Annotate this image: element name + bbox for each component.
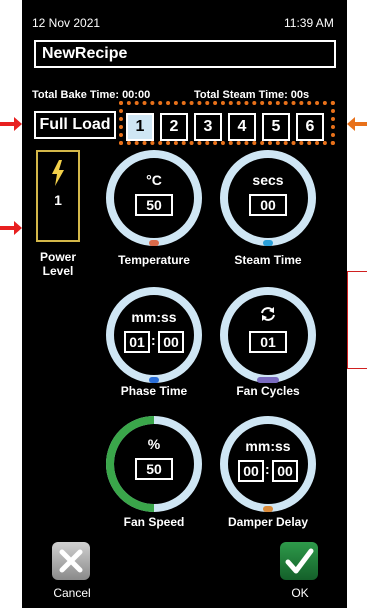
oven-screen: 12 Nov 2021 11:39 AM NewRecipe Total Bak… bbox=[22, 0, 347, 608]
damper-delay-indicator bbox=[263, 506, 273, 512]
temperature-label: Temperature bbox=[118, 253, 190, 267]
lightning-icon bbox=[52, 160, 64, 186]
tab-phase-5[interactable]: 5 bbox=[262, 113, 290, 141]
damper-delay-label: Damper Delay bbox=[227, 515, 309, 529]
temperature-value[interactable]: 50 bbox=[135, 194, 173, 216]
fan-speed-value[interactable]: 50 bbox=[135, 458, 173, 480]
phase-time-label: Phase Time bbox=[120, 384, 188, 398]
recipe-name-field[interactable]: NewRecipe bbox=[34, 40, 336, 68]
damper-delay-minutes[interactable]: 00 bbox=[238, 460, 264, 482]
damper-delay-unit: mm:ss bbox=[245, 438, 291, 454]
total-bake-time: Total Bake Time: 00:00 bbox=[32, 89, 151, 101]
check-icon bbox=[280, 542, 318, 580]
tab-phase-2[interactable]: 2 bbox=[160, 113, 188, 141]
damper-delay-dial[interactable]: mm:ss 00 : 00 bbox=[220, 416, 316, 512]
power-level-button[interactable]: 1 bbox=[36, 150, 80, 242]
steam-time-dial[interactable]: secs 00 bbox=[220, 150, 316, 246]
phase-time-indicator bbox=[149, 377, 159, 383]
phase-time-colon: : bbox=[151, 332, 156, 348]
refresh-icon bbox=[261, 307, 275, 321]
ok-button[interactable]: OK bbox=[278, 542, 322, 602]
fan-speed-dial[interactable]: % 50 bbox=[106, 416, 202, 512]
tab-phase-1[interactable]: 1 bbox=[126, 113, 154, 141]
full-load-button[interactable]: Full Load bbox=[34, 111, 116, 139]
power-level-label: Power Level bbox=[39, 250, 76, 278]
phase-tabs: 123456 bbox=[126, 113, 332, 141]
fan-cycles-indicator bbox=[257, 377, 279, 383]
fan-cycles-label: Fan Cycles bbox=[236, 384, 300, 398]
full-load-label: Full Load bbox=[39, 116, 111, 133]
phase-time-unit: mm:ss bbox=[131, 309, 177, 325]
fan-speed-label: Fan Speed bbox=[123, 515, 185, 529]
arrow-marker-load bbox=[0, 117, 22, 131]
phase-time-dial[interactable]: mm:ss 01 : 00 bbox=[106, 287, 202, 383]
total-steam-time: Total Steam Time: 00s bbox=[194, 89, 310, 101]
callout-box bbox=[347, 271, 367, 369]
temperature-dial[interactable]: °C 50 bbox=[106, 150, 202, 246]
damper-delay-colon: : bbox=[265, 461, 270, 477]
tab-phase-4[interactable]: 4 bbox=[228, 113, 256, 141]
tab-phase-6[interactable]: 6 bbox=[296, 113, 324, 141]
recipe-name-text: NewRecipe bbox=[42, 45, 128, 62]
steam-time-value[interactable]: 00 bbox=[249, 194, 287, 216]
fan-cycles-dial[interactable]: 01 bbox=[220, 287, 316, 383]
steam-time-label: Steam Time bbox=[234, 253, 302, 267]
phase-time-seconds[interactable]: 00 bbox=[158, 331, 184, 353]
phase-time-minutes[interactable]: 01 bbox=[124, 331, 150, 353]
fan-speed-unit: % bbox=[147, 436, 161, 452]
temperature-unit: °C bbox=[146, 172, 162, 188]
tab-phase-3[interactable]: 3 bbox=[194, 113, 222, 141]
temperature-indicator bbox=[149, 240, 159, 246]
arrow-marker-tabs bbox=[347, 117, 367, 131]
cancel-label: Cancel bbox=[53, 586, 91, 600]
fan-cycles-value[interactable]: 01 bbox=[249, 331, 287, 353]
status-time: 11:39 AM bbox=[284, 16, 334, 30]
steam-time-indicator bbox=[263, 240, 273, 246]
close-icon bbox=[52, 542, 90, 580]
steam-time-unit: secs bbox=[252, 172, 284, 188]
ok-label: OK bbox=[291, 586, 309, 600]
arrow-marker-power bbox=[0, 221, 22, 235]
power-level-value: 1 bbox=[54, 192, 62, 208]
cancel-button[interactable]: Cancel bbox=[50, 542, 94, 602]
status-date: 12 Nov 2021 bbox=[32, 16, 101, 30]
damper-delay-seconds[interactable]: 00 bbox=[272, 460, 298, 482]
